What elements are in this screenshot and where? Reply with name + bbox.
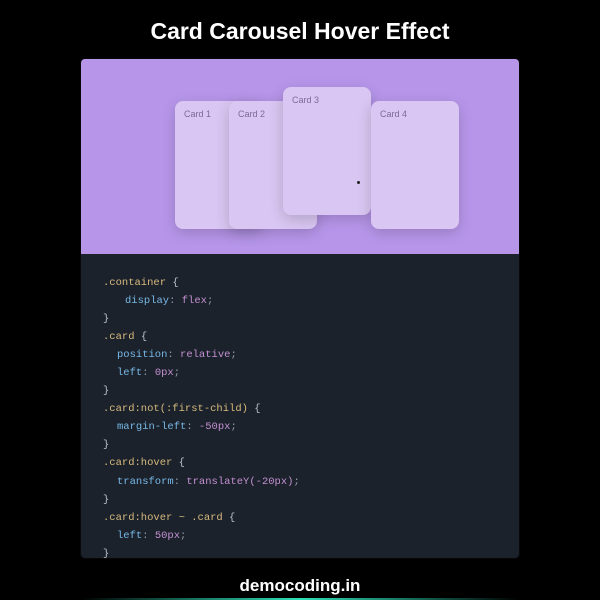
brace: {: [135, 331, 148, 343]
selector: .card: [103, 331, 135, 343]
code-line: }: [103, 436, 497, 454]
property: left: [117, 367, 142, 379]
cursor-icon: [357, 181, 360, 184]
property: margin-left: [117, 421, 186, 433]
demo-preview: Card 1 Card 2 Card 3 Card 4: [81, 59, 519, 254]
code-line: }: [103, 545, 497, 558]
code-line: }: [103, 491, 497, 509]
card-container: Card 1 Card 2 Card 3 Card 4: [175, 101, 425, 229]
code-line: left: 0px;: [103, 364, 497, 382]
code-block: .container { display: flex; } .card { po…: [81, 254, 519, 558]
brace: }: [103, 548, 109, 558]
code-line: .card {: [103, 328, 497, 346]
code-line: }: [103, 382, 497, 400]
selector: .card:hover: [103, 457, 172, 469]
code-line: left: 50px;: [103, 527, 497, 545]
punct: ;: [174, 367, 180, 379]
card-4[interactable]: Card 4: [371, 101, 459, 229]
footer-credit: democoding.in: [240, 576, 361, 596]
card-3[interactable]: Card 3: [283, 87, 371, 215]
value: flex: [182, 295, 207, 307]
page-title: Card Carousel Hover Effect: [150, 18, 449, 45]
code-line: }: [103, 310, 497, 328]
brace: {: [172, 457, 185, 469]
code-line: .card:hover {: [103, 454, 497, 472]
code-line: transform: translateY(-20px);: [103, 473, 497, 491]
brace: {: [223, 512, 236, 524]
value: 0px: [155, 367, 174, 379]
value: -50px: [199, 421, 231, 433]
punct: :: [169, 295, 182, 307]
punct: ;: [207, 295, 213, 307]
content-panel: Card 1 Card 2 Card 3 Card 4 .container {…: [81, 59, 519, 558]
punct: :: [186, 421, 199, 433]
value: relative: [180, 349, 230, 361]
property: left: [117, 530, 142, 542]
punct: ;: [230, 421, 236, 433]
code-line: .card:hover ~ .card {: [103, 509, 497, 527]
property: position: [117, 349, 167, 361]
property: transform: [117, 476, 174, 488]
code-line: display: flex;: [103, 292, 497, 310]
brace: }: [103, 385, 109, 397]
punct: ;: [293, 476, 299, 488]
brace: }: [103, 439, 109, 451]
punct: :: [142, 530, 155, 542]
code-line: position: relative;: [103, 346, 497, 364]
punct: ;: [180, 530, 186, 542]
code-line: margin-left: -50px;: [103, 418, 497, 436]
value: 50px: [155, 530, 180, 542]
punct: :: [174, 476, 187, 488]
punct: ;: [230, 349, 236, 361]
punct: :: [142, 367, 155, 379]
selector: .card:hover ~ .card: [103, 512, 223, 524]
punct: :: [167, 349, 180, 361]
brace: {: [166, 277, 179, 289]
brace: }: [103, 313, 109, 325]
code-line: .card:not(:first-child) {: [103, 400, 497, 418]
brace: }: [103, 494, 109, 506]
selector: .container: [103, 277, 166, 289]
brace: {: [248, 403, 261, 415]
property: display: [125, 295, 169, 307]
value: translateY(-20px): [186, 476, 293, 488]
selector: .card:not(:first-child): [103, 403, 248, 415]
code-line: .container {: [103, 274, 497, 292]
